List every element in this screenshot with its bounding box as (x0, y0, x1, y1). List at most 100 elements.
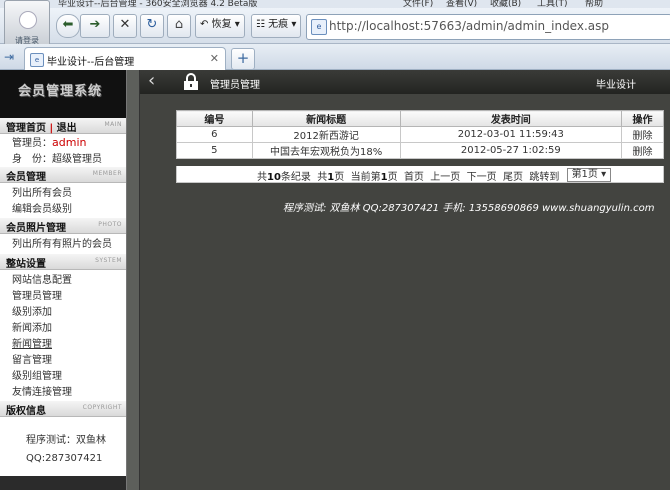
home-link[interactable]: 管理首页 (6, 123, 46, 134)
main-header: ‹ 管理员管理 毕业设计 (140, 70, 670, 94)
cell-time: 2012-03-01 11:59:43 (399, 126, 623, 143)
page-icon: e (30, 53, 44, 67)
sidebar-item-admin-manage[interactable]: 管理员管理 (12, 287, 62, 302)
jump-label: 跳转到 (529, 172, 560, 183)
sidebar-bottom-bar (0, 476, 126, 490)
menu-file[interactable]: 文件(F) (403, 0, 433, 8)
prev-page-link[interactable]: 上一页 (430, 172, 460, 183)
plus-icon: + (236, 49, 250, 67)
chevron-left-icon[interactable]: ‹ (148, 70, 155, 91)
section-en-label: MAIN (104, 121, 122, 128)
delete-link[interactable]: 删除 (621, 126, 664, 143)
arrow-right-icon: ➔ (89, 17, 101, 32)
tab-strip: ⇥ e 毕业设计--后台管理 ✕ + (0, 44, 670, 71)
cell-id: 6 (176, 126, 253, 143)
no-trace-button[interactable]: ☷ 无痕 ▾ (251, 14, 302, 38)
address-bar[interactable]: e http://localhost:57663/admin/admin_ind… (306, 14, 670, 40)
admin-info: 管理员：admin (12, 134, 86, 149)
frame-splitter[interactable] (126, 70, 140, 490)
sidebar-item-add-news[interactable]: 新闻添加 (12, 319, 52, 334)
total-records: 10 (267, 172, 281, 183)
logout-link[interactable]: 退出 (57, 123, 77, 134)
footer-credits: 程序测试: 双鱼林 QQ:287307421 手机: 13558690869 w… (283, 203, 655, 214)
sidebar-item-site-config[interactable]: 网站信息配置 (12, 271, 72, 286)
column-header-title: 新闻标题 (251, 110, 401, 127)
browser-toolbar: 请登录 ⬅ ➔ ✕ ↻ ⌂ ↶ 恢复 ▾ ☷ 无痕 ▾ e http://loc… (0, 0, 670, 50)
page-select[interactable]: 第1页 ▾ (566, 168, 612, 182)
sidebar-item-news-manage[interactable]: 新闻管理 (12, 335, 52, 350)
menu-help[interactable]: 帮助 (585, 0, 603, 8)
page-title: 管理员管理 (210, 80, 260, 91)
undo-icon: ↶ (200, 19, 209, 30)
cell-id: 5 (176, 142, 253, 159)
stop-button[interactable]: ✕ (113, 14, 137, 38)
section-en-label: COPYRIGHT (82, 404, 122, 411)
user-icon (19, 11, 37, 29)
column-header-id: 编号 (176, 110, 253, 127)
page-select-value: 第1页 (571, 169, 598, 180)
sidebar-toggle-icon[interactable]: ⇥ (4, 50, 14, 64)
menu-favorites[interactable]: 收藏(B) (490, 0, 521, 8)
new-tab-button[interactable]: + (231, 48, 255, 70)
refresh-icon: ↻ (146, 17, 158, 32)
cell-title[interactable]: 2012新西游记 (251, 126, 401, 143)
qq-info: QQ:287307421 (26, 453, 103, 464)
cell-time: 2012-05-27 1:02:59 (399, 142, 623, 159)
section-title: 会员管理 (6, 172, 46, 183)
pager-text: 当前第 (350, 172, 381, 183)
admin-sidebar: 会员管理系统 管理首页 | 退出 MAIN 管理员：admin 身 份：超级管理… (0, 70, 126, 490)
close-tab-icon[interactable]: ✕ (210, 52, 219, 65)
lock-icon (184, 73, 198, 90)
pager-text: 页 (387, 172, 398, 183)
sidebar-item-list-photo-members[interactable]: 列出所有有照片的会员 (12, 235, 112, 250)
home-button[interactable]: ⌂ (167, 14, 191, 38)
column-header-action: 操作 (621, 110, 664, 127)
login-avatar[interactable]: 请登录 (4, 0, 50, 50)
delete-link[interactable]: 删除 (621, 142, 664, 159)
tab-title: 毕业设计--后台管理 (47, 57, 135, 68)
page-icon: e (311, 19, 327, 35)
current-page: 1 (380, 172, 388, 183)
incognito-icon: ☷ (256, 19, 265, 30)
pager-text: 共 (257, 172, 267, 183)
home-icon: ⌂ (174, 17, 184, 32)
refresh-button[interactable]: ↻ (140, 14, 164, 38)
next-page-link[interactable]: 下一页 (467, 172, 497, 183)
sidebar-item-friend-links[interactable]: 友情连接管理 (12, 383, 72, 398)
forward-button[interactable]: ➔ (80, 14, 110, 38)
restore-button[interactable]: ↶ 恢复 ▾ (195, 14, 245, 38)
role-info: 身 份：超级管理员 (12, 150, 102, 165)
sidebar-item-edit-member-level[interactable]: 编辑会员级别 (12, 200, 72, 215)
sidebar-item-level-groups[interactable]: 级别组管理 (12, 367, 62, 382)
role-label: 身 份： (12, 154, 52, 165)
sidebar-item-add-level[interactable]: 级别添加 (12, 303, 52, 318)
pager-text: 共 (317, 172, 328, 183)
section-main: 管理首页 | 退出 MAIN (0, 118, 126, 134)
close-icon: ✕ (119, 17, 131, 32)
sidebar-item-messages[interactable]: 留言管理 (12, 351, 52, 366)
section-en-label: SYSTEM (95, 257, 122, 264)
address-url[interactable]: http://localhost:57663/admin/admin_index… (329, 19, 609, 33)
back-button[interactable]: ⬅ (56, 14, 80, 38)
admin-name: admin (52, 136, 87, 149)
role-value: 超级管理员 (52, 154, 102, 165)
menu-view[interactable]: 查看(V) (446, 0, 477, 8)
restore-label: 恢复 (211, 19, 232, 30)
arrow-left-icon: ⬅ (62, 17, 74, 32)
browser-title: 毕业设计--后台管理 - 360安全浏览器 4.2 Beta版 (58, 0, 258, 8)
logo-text: 会员管理系统 (18, 84, 103, 99)
first-page-link[interactable]: 首页 (404, 172, 424, 183)
pager-text: 页 (334, 172, 345, 183)
section-en-label: MEMBER (92, 170, 122, 177)
column-header-time: 发表时间 (399, 110, 623, 127)
last-page-link[interactable]: 尾页 (503, 172, 523, 183)
tab-admin[interactable]: e 毕业设计--后台管理 ✕ (24, 47, 226, 71)
sidebar-item-list-members[interactable]: 列出所有会员 (12, 184, 72, 199)
table-row: 5 中国去年宏观税负为18% 2012-05-27 1:02:59 删除 (176, 142, 664, 159)
menu-tools[interactable]: 工具(T) (537, 0, 568, 8)
section-photo: 会员照片管理 PHOTO (0, 218, 126, 234)
cell-title[interactable]: 中国去年宏观税负为18% (251, 142, 401, 159)
section-title: 版权信息 (6, 406, 46, 417)
section-en-label: PHOTO (98, 221, 122, 228)
section-copyright: 版权信息 COPYRIGHT (0, 401, 126, 417)
